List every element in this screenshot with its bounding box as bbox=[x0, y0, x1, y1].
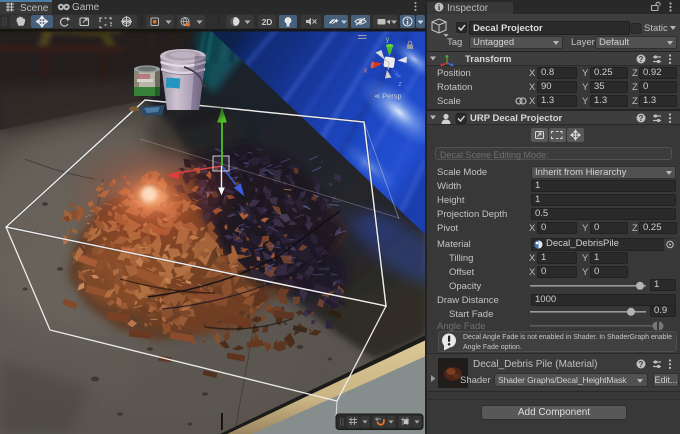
svg-text:⋖ Persp: ⋖ Persp bbox=[374, 92, 402, 101]
svg-text:2D: 2D bbox=[262, 17, 273, 27]
svg-text:?: ? bbox=[639, 114, 644, 123]
svg-text:?: ? bbox=[639, 360, 644, 369]
svg-text:y: y bbox=[386, 37, 390, 44]
svg-text:x: x bbox=[364, 68, 368, 75]
svg-text:?: ? bbox=[639, 55, 644, 64]
svg-text:z: z bbox=[398, 81, 402, 88]
